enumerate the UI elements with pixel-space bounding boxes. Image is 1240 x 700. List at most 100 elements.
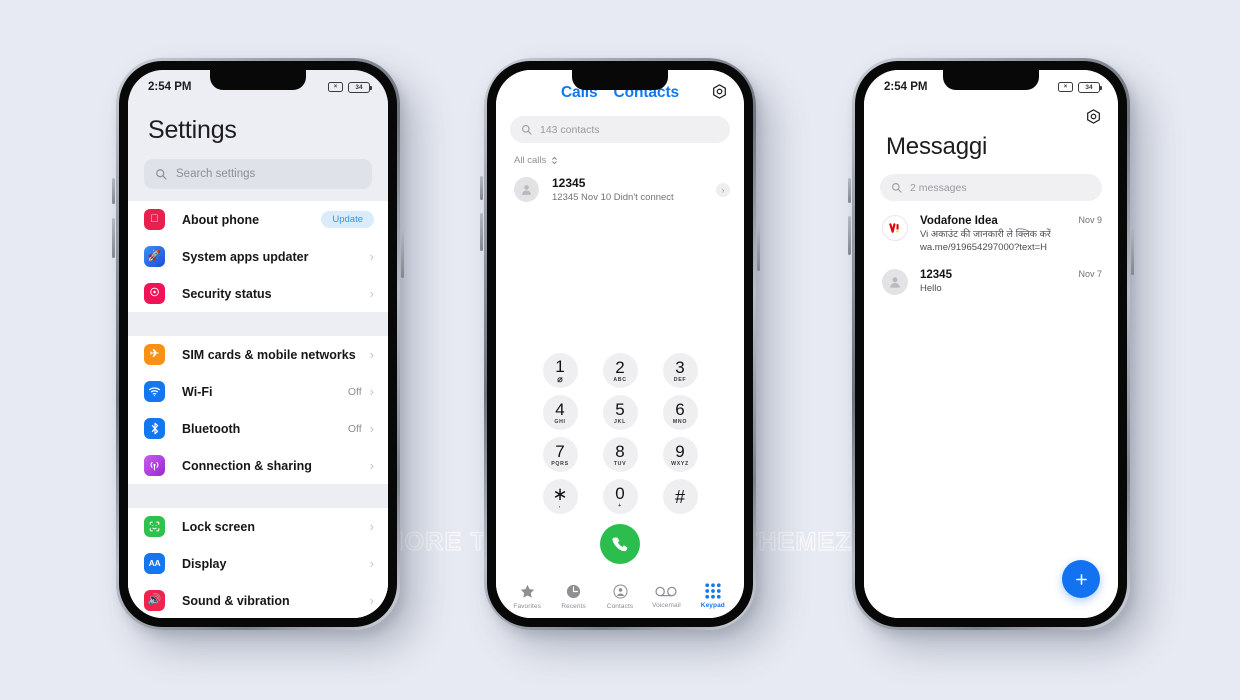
key-digit: 3 — [675, 358, 685, 378]
sidebar-item-security-status[interactable]: ☉ Security status › — [128, 275, 388, 312]
sidebar-item-system-apps-updater[interactable]: 🚀 System apps updater › — [128, 238, 388, 275]
call-log-item[interactable]: 12345 12345 Nov 10 Didn't connect › — [496, 170, 744, 209]
battery-indicator: 34 — [348, 81, 372, 93]
key-6[interactable]: 6 MNO — [662, 395, 698, 430]
dialpad[interactable]: 1 ⌀ 2 ABC 3 DEF 4 GHI 5 JKL 6 MNO 7 PQRS… — [496, 353, 744, 514]
tab-keypad[interactable]: Keypad — [690, 583, 736, 609]
sidebar-item-sim-cards[interactable]: ✈ SIM cards & mobile networks › — [128, 336, 388, 373]
chevron-right-icon: › — [369, 286, 374, 301]
settings-row-label: Security status — [182, 286, 272, 301]
search-icon — [156, 169, 167, 180]
speaker-icon: 🔊 — [144, 590, 165, 611]
settings-row-value: Off — [347, 422, 362, 435]
key-0[interactable]: 0 + — [602, 479, 638, 514]
settings-group: Lock screen › AA Display › 🔊 Sound & vib… — [128, 508, 388, 618]
person-avatar-icon — [514, 177, 539, 202]
sidebar-item-sound-vibration[interactable]: 🔊 Sound & vibration › — [128, 582, 388, 618]
key-3[interactable]: 3 DEF — [662, 353, 698, 388]
key-letters: GHI — [554, 418, 566, 425]
tab-favorites[interactable]: Favorites — [504, 583, 550, 610]
message-list-item[interactable]: 12345 Nov 7 Hello — [864, 255, 1118, 296]
gear-icon[interactable] — [711, 83, 728, 100]
chevron-right-icon: › — [369, 347, 374, 362]
key-hash[interactable]: # — [662, 479, 698, 514]
keypad-grid-icon — [705, 583, 721, 599]
tab-voicemail[interactable]: Voicemail — [643, 584, 689, 609]
key-1[interactable]: 1 ⌀ — [542, 353, 578, 388]
volume-down-button[interactable] — [112, 218, 115, 258]
key-letters: PQRS — [551, 460, 569, 467]
tab-recents[interactable]: Recents — [550, 583, 596, 610]
power-button[interactable] — [757, 223, 760, 271]
volume-up-button[interactable] — [848, 178, 851, 203]
power-button[interactable] — [401, 228, 404, 278]
notch — [943, 70, 1039, 90]
info-chevron-icon[interactable]: › — [716, 182, 730, 197]
battery-indicator: 34 — [1078, 81, 1102, 93]
volume-down-button[interactable] — [848, 216, 851, 255]
chevron-right-icon: › — [369, 384, 374, 399]
key-letters: JKL — [614, 418, 626, 425]
screen-settings: 2:54 PM × 34 Settings Search settings Ab… — [128, 70, 388, 618]
sidebar-item-display[interactable]: AA Display › — [128, 545, 388, 582]
search-input[interactable]: Search settings — [144, 159, 372, 189]
sidebar-item-bluetooth[interactable]: Bluetooth Off › — [128, 410, 388, 447]
settings-row-label: About phone — [182, 212, 260, 227]
clock-icon — [567, 584, 581, 598]
message-preview: Vi अकाउंट की जानकारी ले क्लिक करें wa.me… — [920, 229, 1051, 253]
chevron-right-icon: › — [369, 519, 374, 534]
apple-icon:  — [144, 209, 165, 230]
settings-list[interactable]:  About phone Update 🚀 System apps updat… — [128, 201, 388, 618]
message-sender: 12345 — [920, 268, 952, 281]
tab-contacts-bottom[interactable]: Contacts — [597, 583, 643, 610]
notch — [572, 70, 668, 90]
group-divider — [128, 484, 388, 508]
sidebar-item-about-phone[interactable]:  About phone Update — [128, 201, 388, 238]
face-id-icon — [144, 516, 165, 537]
chevron-right-icon: › — [369, 556, 374, 571]
bottom-tab-bar[interactable]: Favorites Recents Contacts Voicemail Key… — [496, 574, 744, 618]
sidebar-item-connection-sharing[interactable]: Connection & sharing › — [128, 447, 388, 484]
volume-down-button[interactable] — [480, 213, 483, 251]
key-7[interactable]: 7 PQRS — [542, 437, 578, 472]
settings-row-value: Off — [347, 385, 362, 398]
key-letters: MNO — [672, 418, 688, 425]
shield-icon: ☉ — [144, 283, 165, 304]
power-button[interactable] — [1131, 226, 1134, 275]
search-input[interactable]: 2 messages — [880, 174, 1102, 201]
key-4[interactable]: 4 GHI — [542, 395, 578, 430]
call-button[interactable] — [600, 524, 640, 564]
message-list-item[interactable]: Vodafone Idea Nov 9 Vi अकाउंट की जानकारी… — [864, 201, 1118, 255]
compose-message-fab[interactable] — [1062, 560, 1100, 598]
phone-device-dialer: Calls Contacts 143 contacts All calls 12… — [480, 58, 760, 630]
search-placeholder: Search settings — [176, 168, 256, 180]
key-star[interactable]: ∗ , — [542, 479, 578, 514]
settings-row-label: System apps updater — [182, 249, 309, 264]
search-placeholder: 2 messages — [910, 181, 967, 194]
volume-up-button[interactable] — [480, 176, 483, 200]
settings-row-label: Connection & sharing — [182, 458, 312, 473]
message-date: Nov 7 — [1078, 268, 1102, 279]
key-9[interactable]: 9 WXYZ — [662, 437, 698, 472]
mute-icon: × — [1058, 82, 1073, 92]
volume-up-button[interactable] — [112, 178, 115, 204]
sidebar-item-wifi[interactable]: Wi-Fi Off › — [128, 373, 388, 410]
settings-row-label: Bluetooth — [182, 421, 241, 436]
star-icon — [520, 584, 534, 598]
key-5[interactable]: 5 JKL — [602, 395, 638, 430]
sidebar-item-lock-screen[interactable]: Lock screen › — [128, 508, 388, 545]
wifi-icon — [144, 381, 165, 402]
plus-icon — [1075, 573, 1087, 585]
calls-filter-dropdown[interactable]: All calls — [496, 143, 744, 170]
status-badge[interactable]: Update — [321, 211, 374, 228]
gear-icon[interactable] — [1085, 108, 1102, 125]
search-input[interactable]: 143 contacts — [510, 116, 730, 143]
chevron-right-icon: › — [369, 421, 374, 436]
phone-device-settings: 2:54 PM × 34 Settings Search settings Ab… — [112, 58, 404, 630]
search-icon — [892, 183, 902, 193]
settings-row-label: Display — [182, 556, 227, 571]
broadcast-icon — [144, 455, 165, 476]
key-2[interactable]: 2 ABC — [602, 353, 638, 388]
key-8[interactable]: 8 TUV — [602, 437, 638, 472]
settings-group: ✈ SIM cards & mobile networks › Wi-Fi Of… — [128, 336, 388, 484]
